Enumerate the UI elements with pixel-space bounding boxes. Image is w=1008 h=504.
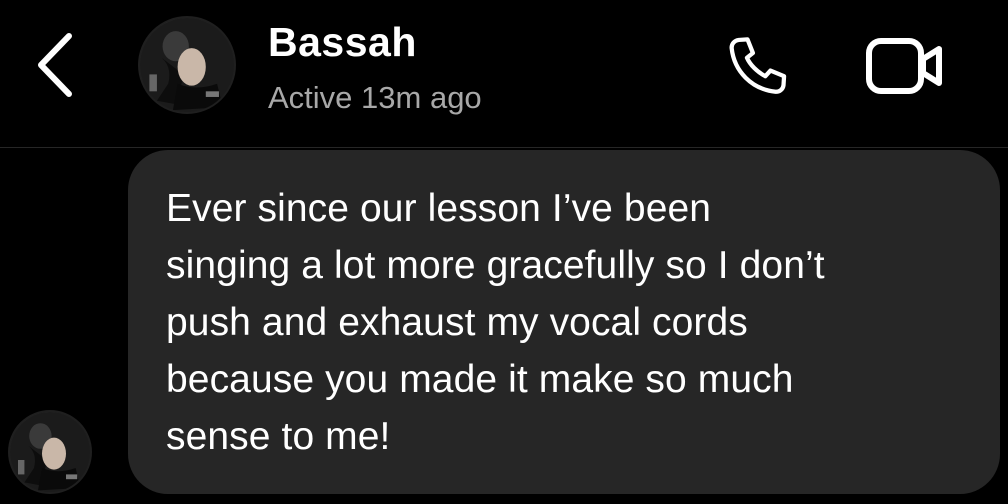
message-text: Ever since our lesson I’ve been singing … bbox=[166, 187, 825, 458]
profile-photo bbox=[10, 412, 90, 492]
phone-icon bbox=[729, 37, 787, 94]
video-call-button[interactable] bbox=[862, 28, 948, 104]
message-bubble[interactable]: Ever since our lesson I’ve been singing … bbox=[128, 150, 1000, 494]
video-camera-icon bbox=[866, 38, 942, 94]
chat-header: Bassah Active 13m ago bbox=[0, 0, 1008, 148]
sender-avatar[interactable] bbox=[8, 410, 92, 494]
contact-avatar[interactable] bbox=[138, 16, 236, 114]
profile-photo bbox=[140, 18, 234, 112]
back-button[interactable] bbox=[30, 30, 80, 100]
chevron-left-icon bbox=[38, 33, 72, 97]
voice-call-button[interactable] bbox=[720, 28, 796, 104]
active-status: Active 13m ago bbox=[268, 80, 482, 115]
contact-name[interactable]: Bassah bbox=[268, 16, 417, 68]
